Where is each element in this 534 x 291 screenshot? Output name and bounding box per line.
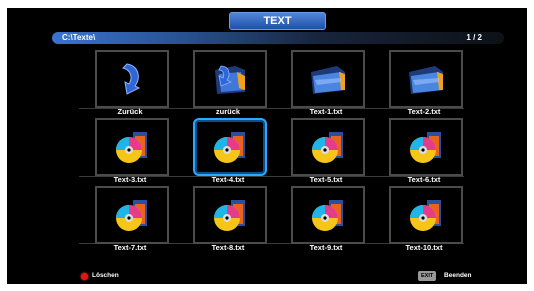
file-item[interactable] — [291, 118, 365, 176]
file-item[interactable] — [95, 186, 169, 244]
media-disc-icon — [312, 200, 343, 231]
page-indicator: 1 / 2 — [466, 33, 482, 42]
file-label: Text-1.txt — [309, 107, 343, 116]
media-disc-icon — [410, 200, 441, 231]
file-item[interactable] — [193, 186, 267, 244]
path-bar: C:\Texte\ 1 / 2 — [52, 32, 504, 44]
file-label: Text-10.txt — [405, 243, 443, 252]
file-item[interactable] — [389, 186, 463, 244]
file-label: Text-4.txt — [211, 175, 245, 184]
file-item[interactable] — [291, 50, 365, 108]
red-button-icon — [81, 273, 88, 280]
folder-icon — [409, 66, 443, 94]
file-label: Text-8.txt — [211, 243, 245, 252]
exit-label: Beenden — [444, 272, 472, 279]
file-item[interactable] — [389, 118, 463, 176]
media-disc-icon — [214, 132, 245, 163]
back-arrow-icon — [122, 63, 141, 95]
file-label: Text-2.txt — [407, 107, 441, 116]
media-disc-icon — [410, 132, 441, 163]
file-label: Text-6.txt — [407, 175, 441, 184]
file-label: zurück — [215, 107, 241, 116]
back-folder-icon — [215, 65, 245, 94]
delete-hint: Löschen — [81, 271, 119, 281]
tv-screen: TEXT C:\Texte\ 1 / 2 Zurück zurück Text-… — [7, 8, 527, 284]
file-item-back[interactable] — [95, 50, 169, 108]
exit-key-icon: EXIT — [418, 271, 437, 281]
file-item-up[interactable] — [193, 50, 267, 108]
folder-icon — [311, 66, 345, 94]
delete-label: Löschen — [92, 272, 119, 279]
file-item[interactable] — [389, 50, 463, 108]
file-label: Text-9.txt — [309, 243, 343, 252]
media-disc-icon — [312, 132, 343, 163]
media-disc-icon — [116, 132, 147, 163]
file-label: Text-5.txt — [309, 175, 343, 184]
current-path: C:\Texte\ — [62, 33, 96, 42]
file-label: Text-3.txt — [113, 175, 147, 184]
file-item-selected[interactable] — [193, 118, 267, 176]
file-item[interactable] — [291, 186, 365, 244]
file-label: Text-7.txt — [113, 243, 147, 252]
screen-title: TEXT — [229, 12, 326, 30]
exit-hint: EXIT Beenden — [418, 271, 472, 281]
media-disc-icon — [116, 200, 147, 231]
media-disc-icon — [214, 200, 245, 231]
file-label: Zurück — [117, 107, 143, 116]
file-item[interactable] — [95, 118, 169, 176]
